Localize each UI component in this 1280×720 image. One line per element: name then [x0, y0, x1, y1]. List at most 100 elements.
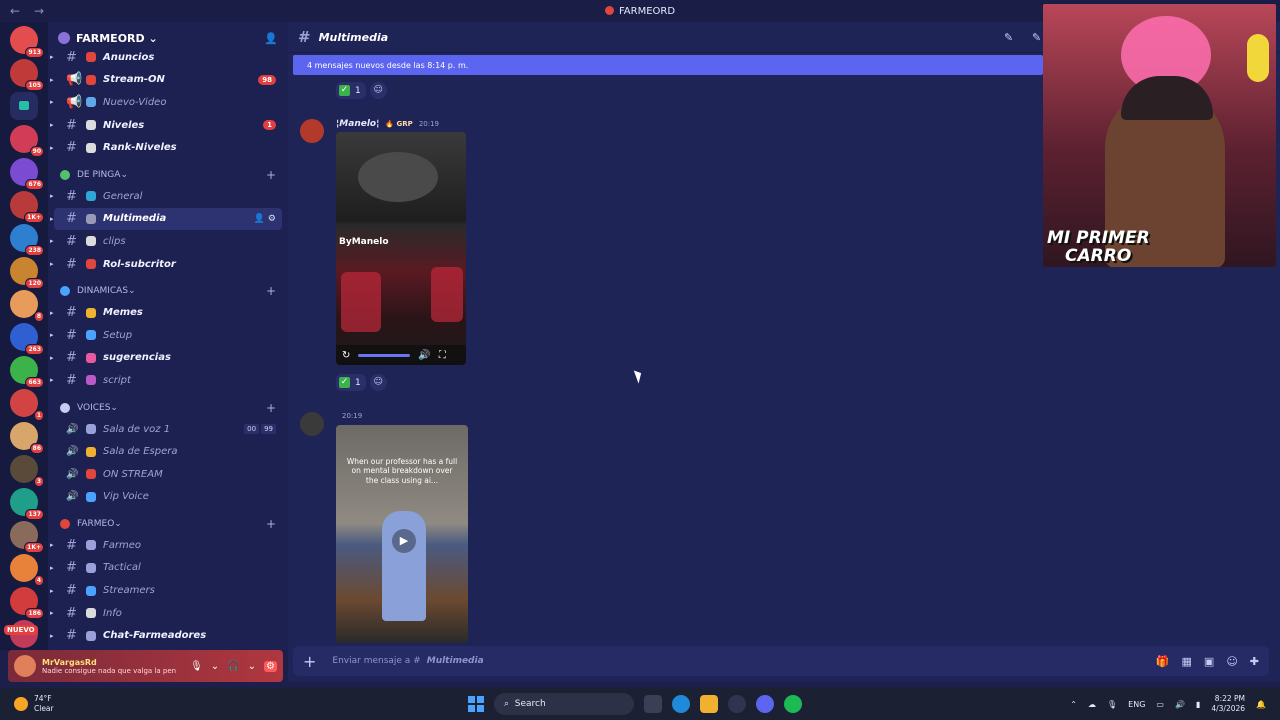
- chevron-down-icon[interactable]: ⌄: [248, 661, 256, 672]
- expand-arrow-icon[interactable]: ▸: [50, 76, 54, 84]
- expand-arrow-icon[interactable]: ▸: [50, 121, 54, 129]
- server-icon[interactable]: 3: [10, 455, 44, 487]
- expand-arrow-icon[interactable]: ▸: [50, 354, 54, 362]
- channel-item[interactable]: ▸ # Niveles 1: [50, 114, 282, 137]
- author-avatar[interactable]: [300, 412, 324, 436]
- server-icon[interactable]: 913: [10, 26, 44, 58]
- discord-icon[interactable]: [756, 695, 774, 713]
- server-icon[interactable]: 676: [10, 158, 44, 190]
- server-icon[interactable]: 238: [10, 224, 44, 256]
- channel-item[interactable]: ▸ # Rank-Niveles: [50, 136, 282, 159]
- headphones-icon[interactable]: 🎧: [227, 661, 239, 672]
- server-icon[interactable]: 90: [10, 125, 44, 157]
- expand-arrow-icon[interactable]: ▸: [50, 237, 54, 245]
- server-icon[interactable]: 263: [10, 323, 44, 355]
- expand-arrow-icon[interactable]: ▸: [50, 309, 54, 317]
- new-messages-banner[interactable]: 4 mensajes nuevos desde las 8:14 p. m.: [293, 55, 1043, 75]
- weather-widget[interactable]: 74°F Clear: [14, 694, 54, 714]
- invite-icon[interactable]: 👤: [264, 32, 278, 45]
- message-composer[interactable]: + Enviar mensaje a # Multimedia 🎁 ▦ ▣ ☺ …: [293, 646, 1269, 676]
- add-attachment-icon[interactable]: +: [303, 652, 316, 671]
- channel-item[interactable]: 🔊 ON STREAM: [54, 463, 282, 486]
- fullscreen-icon[interactable]: ⛶: [439, 350, 446, 361]
- channel-item[interactable]: ▸ # Memes: [50, 301, 282, 324]
- expand-arrow-icon[interactable]: ▸: [50, 260, 54, 268]
- volume-icon[interactable]: 🔊: [1175, 700, 1185, 709]
- battery-icon[interactable]: ▮: [1196, 700, 1200, 709]
- server-icon[interactable]: 4: [10, 554, 44, 586]
- channel-item[interactable]: ▸ # clips: [50, 230, 282, 253]
- add-channel-icon[interactable]: +: [266, 517, 276, 531]
- threads-icon[interactable]: ✎: [1004, 31, 1013, 44]
- server-icon[interactable]: 1: [10, 389, 44, 421]
- add-reaction-icon[interactable]: ☺: [369, 374, 387, 391]
- channel-item[interactable]: 🔊 Sala de Espera: [54, 440, 282, 463]
- expand-arrow-icon[interactable]: ▸: [50, 144, 54, 152]
- chevron-down-icon[interactable]: ⌄: [211, 661, 219, 672]
- server-icon[interactable]: 8: [10, 290, 44, 322]
- expand-arrow-icon[interactable]: ▸: [50, 376, 54, 384]
- channel-item[interactable]: ▸ # Anuncios: [50, 46, 282, 69]
- cloud-icon[interactable]: ☁: [1088, 700, 1096, 709]
- video-attachment[interactable]: When our professor has a full on mental …: [336, 425, 468, 643]
- taskbar-search[interactable]: ⌕ Search: [494, 693, 634, 715]
- expand-arrow-icon[interactable]: ▸: [50, 53, 54, 61]
- progress-bar[interactable]: [358, 353, 411, 357]
- mic-icon[interactable]: 🎙: [190, 661, 203, 672]
- windows-start-icon[interactable]: [468, 696, 484, 712]
- server-icon[interactable]: 120: [10, 257, 44, 289]
- gif-icon[interactable]: ▦: [1182, 655, 1192, 668]
- expand-arrow-icon[interactable]: ▸: [50, 609, 54, 617]
- notification-icon[interactable]: ✎: [1032, 31, 1041, 44]
- channel-item[interactable]: ▸ # script: [50, 369, 282, 392]
- author-name[interactable]: ¦Manelo¦: [336, 119, 379, 129]
- language-indicator[interactable]: ENG: [1128, 700, 1145, 709]
- channel-item[interactable]: ▸ # Setup: [50, 324, 282, 347]
- expand-arrow-icon[interactable]: ▸: [50, 587, 54, 595]
- expand-arrow-icon[interactable]: ▸: [50, 331, 54, 339]
- expand-arrow-icon[interactable]: ▸: [50, 632, 54, 640]
- notification-bell-icon[interactable]: 🔔: [1256, 700, 1266, 709]
- category-header[interactable]: VOICES ⌄ +: [48, 398, 288, 418]
- add-channel-icon[interactable]: +: [266, 284, 276, 298]
- chevron-up-icon[interactable]: ⌃: [1070, 700, 1077, 709]
- expand-arrow-icon[interactable]: ▸: [50, 192, 54, 200]
- channel-item[interactable]: ▸ # Farmeo: [50, 534, 282, 557]
- channel-item[interactable]: ▸ # Streamers: [50, 579, 282, 602]
- channel-item[interactable]: ▸ # sugerencias: [50, 347, 282, 370]
- category-header[interactable]: DINAMICAS ⌄ +: [48, 281, 288, 301]
- clock[interactable]: 8:22 PM 4/3/2026: [1211, 694, 1245, 714]
- server-icon[interactable]: 137: [10, 488, 44, 520]
- reaction-check[interactable]: ✓ 1: [336, 82, 366, 99]
- edge-icon[interactable]: [672, 695, 690, 713]
- gift-icon[interactable]: 🎁: [1156, 655, 1170, 668]
- user-avatar[interactable]: [14, 655, 36, 677]
- channel-item[interactable]: ▸ 📢 Stream-ON 98: [50, 69, 282, 92]
- channel-item[interactable]: ▸ 📢 Nuevo-Video: [50, 91, 282, 114]
- channel-settings-gear-icon[interactable]: 👤 ⚙: [254, 214, 276, 224]
- server-icon[interactable]: 186: [10, 587, 44, 619]
- expand-arrow-icon[interactable]: ▸: [50, 98, 54, 106]
- task-view-icon[interactable]: [644, 695, 662, 713]
- server-icon[interactable]: 1K+: [10, 521, 44, 553]
- add-channel-icon[interactable]: +: [266, 168, 276, 182]
- video-attachment[interactable]: ByManelo ↻ 🔊 ⛶: [336, 132, 466, 365]
- mic-icon[interactable]: 🎙: [1107, 700, 1117, 709]
- channel-item[interactable]: ▸ # General: [50, 185, 282, 208]
- add-reaction-icon[interactable]: ☺: [369, 82, 387, 99]
- file-explorer-icon[interactable]: [700, 695, 718, 713]
- server-icon[interactable]: 86: [10, 422, 44, 454]
- channel-item[interactable]: ▸ # Chat-Farmeadores: [50, 624, 282, 647]
- channel-item[interactable]: ▸ # Multimedia 👤 ⚙: [50, 207, 282, 231]
- expand-arrow-icon[interactable]: ▸: [50, 564, 54, 572]
- channel-item[interactable]: ▸ # Tactical: [50, 557, 282, 580]
- category-header[interactable]: DE PINGA ⌄ +: [48, 165, 288, 185]
- settings-app-icon[interactable]: [728, 695, 746, 713]
- spotify-icon[interactable]: [784, 695, 802, 713]
- server-icon[interactable]: 663: [10, 356, 44, 388]
- category-header[interactable]: FARMEO ⌄ +: [48, 514, 288, 534]
- expand-arrow-icon[interactable]: ▸: [50, 215, 54, 223]
- volume-icon[interactable]: 🔊: [418, 350, 430, 361]
- reaction-check[interactable]: ✓ 1: [336, 374, 366, 391]
- author-avatar[interactable]: [300, 119, 324, 143]
